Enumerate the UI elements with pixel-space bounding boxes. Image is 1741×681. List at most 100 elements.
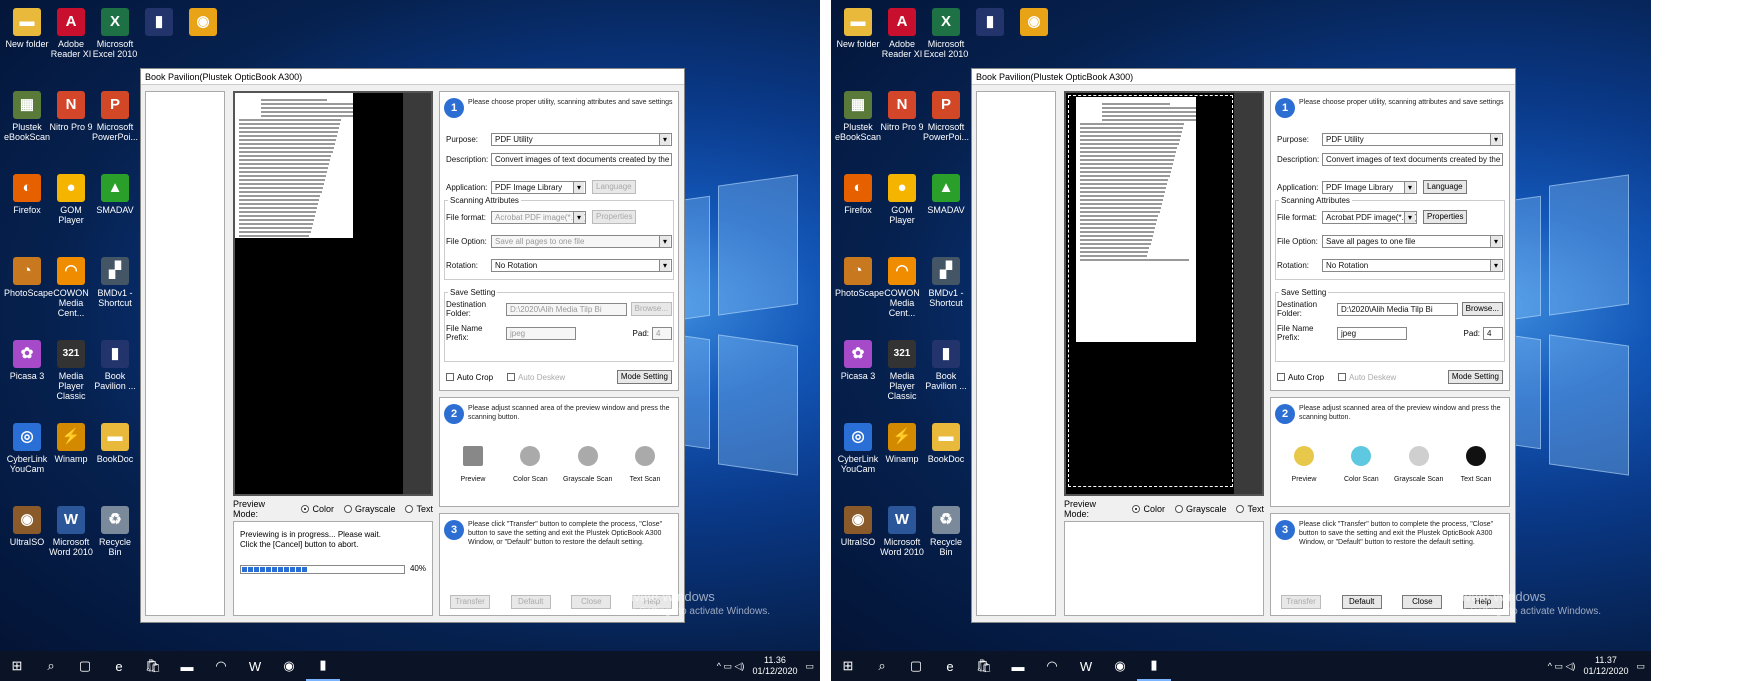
desktop-word-shortcut[interactable]: W Microsoft Word 2010: [48, 506, 94, 557]
thumbnail-panel[interactable]: [976, 91, 1056, 616]
desktop-nitro-shortcut[interactable]: N Nitro Pro 9: [48, 91, 94, 132]
desktop-photoscape-shortcut[interactable]: ◔ PhotoScape: [4, 257, 53, 298]
cowon-taskbar-icon[interactable]: ◠: [204, 651, 238, 681]
close-button[interactable]: Close: [571, 595, 612, 609]
language-button[interactable]: Language: [1423, 180, 1467, 194]
desktop-ultraiso-shortcut[interactable]: ◉ UltraISO: [4, 506, 50, 547]
desktop-bmdv1-shortcut[interactable]: ▞ BMDv1 - Shortcut: [92, 257, 138, 308]
cowon-taskbar-icon[interactable]: ◠: [1035, 651, 1069, 681]
desktop-book-pavilion-shortcut[interactable]: ▮ Book Pavilion ...: [92, 340, 138, 391]
mode-setting-button[interactable]: Mode Setting: [1447, 370, 1503, 384]
pad-spinner[interactable]: 4: [652, 326, 672, 340]
auto-crop-checkbox[interactable]: Auto Crop: [1277, 373, 1324, 382]
desktop-photoscape-shortcut[interactable]: ◔ PhotoScape: [835, 257, 884, 298]
rotation-select[interactable]: No Rotation: [1322, 258, 1503, 272]
desktop-chrome-shortcut[interactable]: ◉: [180, 8, 226, 39]
desktop-excel-shortcut[interactable]: X Microsoft Excel 2010: [92, 8, 138, 59]
preview-scrollbar[interactable]: [1234, 93, 1262, 494]
preview-scan-button[interactable]: Preview: [1279, 446, 1329, 483]
chrome-taskbar-icon[interactable]: ◉: [1103, 651, 1137, 681]
close-button[interactable]: Close: [1402, 595, 1443, 609]
desktop-book-pavilion-small-shortcut[interactable]: ▮: [136, 8, 182, 39]
desktop-adobe-reader-shortcut[interactable]: A Adobe Reader XI: [48, 8, 94, 59]
store-icon[interactable]: 🛍: [136, 651, 170, 681]
desktop-word-shortcut[interactable]: W Microsoft Word 2010: [879, 506, 925, 557]
mode-color-radio[interactable]: Color: [301, 504, 334, 514]
desktop-youcam-shortcut[interactable]: ◎ CyberLink YouCam: [4, 423, 50, 474]
search-icon[interactable]: ⌕: [34, 651, 68, 681]
mode-grayscale-radio[interactable]: Grayscale: [1174, 504, 1226, 514]
text-scan-button[interactable]: Text Scan: [1451, 446, 1501, 483]
thumbnail-panel[interactable]: [145, 91, 225, 616]
browse-button[interactable]: Browse...: [1461, 302, 1503, 316]
desktop-gom-player-shortcut[interactable]: ● GOM Player: [48, 174, 94, 225]
desktop-smadav-shortcut[interactable]: ▲ SMADAV: [92, 174, 138, 215]
desktop-powerpoint-shortcut[interactable]: P Microsoft PowerPoi...: [923, 91, 969, 142]
desktop-bookdoc-folder-shortcut[interactable]: ▬ BookDoc: [92, 423, 138, 464]
desktop-adobe-reader-shortcut[interactable]: A Adobe Reader XI: [879, 8, 925, 59]
preview-window[interactable]: [1064, 91, 1264, 496]
color-scan-button[interactable]: Color Scan: [505, 446, 555, 483]
file-option-select[interactable]: Save all pages to one file: [1322, 234, 1503, 248]
desktop-cowon-shortcut[interactable]: ◠ COWON Media Cent...: [48, 257, 94, 318]
mode-text-radio[interactable]: Text: [1236, 504, 1264, 514]
file-name-prefix-field[interactable]: jpeg: [506, 326, 576, 340]
pad-spinner[interactable]: 4: [1483, 326, 1503, 340]
clock[interactable]: 11.37 01/12/2020: [1583, 655, 1628, 677]
tray-icons[interactable]: ^ ▭ ◁): [717, 661, 745, 672]
color-scan-button[interactable]: Color Scan: [1336, 446, 1386, 483]
notification-icon[interactable]: ▭: [805, 661, 814, 672]
preview-scan-button[interactable]: Preview: [448, 446, 498, 483]
browse-button[interactable]: Browse...: [630, 302, 672, 316]
desktop-plustek-shortcut[interactable]: ▦ Plustek eBookScan: [4, 91, 50, 142]
desktop-powerpoint-shortcut[interactable]: P Microsoft PowerPoi...: [92, 91, 138, 142]
destination-folder-field[interactable]: D:\2020\Alih Media Tilp Bi: [506, 302, 627, 316]
mode-text-radio[interactable]: Text: [405, 504, 433, 514]
desktop-bmdv1-shortcut[interactable]: ▞ BMDv1 - Shortcut: [923, 257, 969, 308]
scan-area-selection[interactable]: [1068, 95, 1233, 487]
book-pavilion-taskbar-icon[interactable]: ▮: [306, 651, 340, 681]
application-select[interactable]: PDF Image Library: [1322, 180, 1417, 194]
desktop-excel-shortcut[interactable]: X Microsoft Excel 2010: [923, 8, 969, 59]
transfer-button[interactable]: Transfer: [450, 595, 490, 609]
desktop-gom-player-shortcut[interactable]: ● GOM Player: [879, 174, 925, 225]
purpose-select[interactable]: PDF Utility: [491, 132, 672, 146]
mode-grayscale-radio[interactable]: Grayscale: [343, 504, 395, 514]
properties-button[interactable]: Properties: [592, 210, 637, 224]
text-scan-button[interactable]: Text Scan: [620, 446, 670, 483]
file-explorer-icon[interactable]: ▬: [1001, 651, 1035, 681]
auto-deskew-checkbox[interactable]: Auto Deskew: [507, 373, 565, 382]
desktop-winamp-shortcut[interactable]: ⚡ Winamp: [48, 423, 94, 464]
desktop-picasa-shortcut[interactable]: ✿ Picasa 3: [835, 340, 881, 381]
store-icon[interactable]: 🛍: [967, 651, 1001, 681]
mode-setting-button[interactable]: Mode Setting: [616, 370, 672, 384]
application-select[interactable]: PDF Image Library: [491, 180, 586, 194]
default-button[interactable]: Default: [1341, 595, 1382, 609]
language-button[interactable]: Language: [592, 180, 636, 194]
desktop-nitro-shortcut[interactable]: N Nitro Pro 9: [879, 91, 925, 132]
tray-icons[interactable]: ^ ▭ ◁): [1548, 661, 1576, 672]
clock[interactable]: 11.36 01/12/2020: [752, 655, 797, 677]
default-button[interactable]: Default: [510, 595, 551, 609]
desktop-smadav-shortcut[interactable]: ▲ SMADAV: [923, 174, 969, 215]
desktop-recycle-bin-shortcut[interactable]: ♻ Recycle Bin: [92, 506, 138, 557]
file-name-prefix-field[interactable]: jpeg: [1337, 326, 1407, 340]
desktop-firefox-shortcut[interactable]: ◐ Firefox: [4, 174, 50, 215]
grayscale-scan-button[interactable]: Grayscale Scan: [563, 446, 613, 483]
desktop-youcam-shortcut[interactable]: ◎ CyberLink YouCam: [835, 423, 881, 474]
search-icon[interactable]: ⌕: [865, 651, 899, 681]
desktop-winamp-shortcut[interactable]: ⚡ Winamp: [879, 423, 925, 464]
task-view-icon[interactable]: ▢: [899, 651, 933, 681]
desktop-cowon-shortcut[interactable]: ◠ COWON Media Cent...: [879, 257, 925, 318]
transfer-button[interactable]: Transfer: [1281, 595, 1321, 609]
mode-color-radio[interactable]: Color: [1132, 504, 1165, 514]
auto-crop-checkbox[interactable]: Auto Crop: [446, 373, 493, 382]
purpose-select[interactable]: PDF Utility: [1322, 132, 1503, 146]
desktop-ultraiso-shortcut[interactable]: ◉ UltraISO: [835, 506, 881, 547]
rotation-select[interactable]: No Rotation: [491, 258, 672, 272]
chrome-taskbar-icon[interactable]: ◉: [272, 651, 306, 681]
desktop-book-pavilion-small-shortcut[interactable]: ▮: [967, 8, 1013, 39]
desktop-folder-shortcut[interactable]: ▬ New folder: [835, 8, 881, 49]
desktop-plustek-shortcut[interactable]: ▦ Plustek eBookScan: [835, 91, 881, 142]
desktop-picasa-shortcut[interactable]: ✿ Picasa 3: [4, 340, 50, 381]
